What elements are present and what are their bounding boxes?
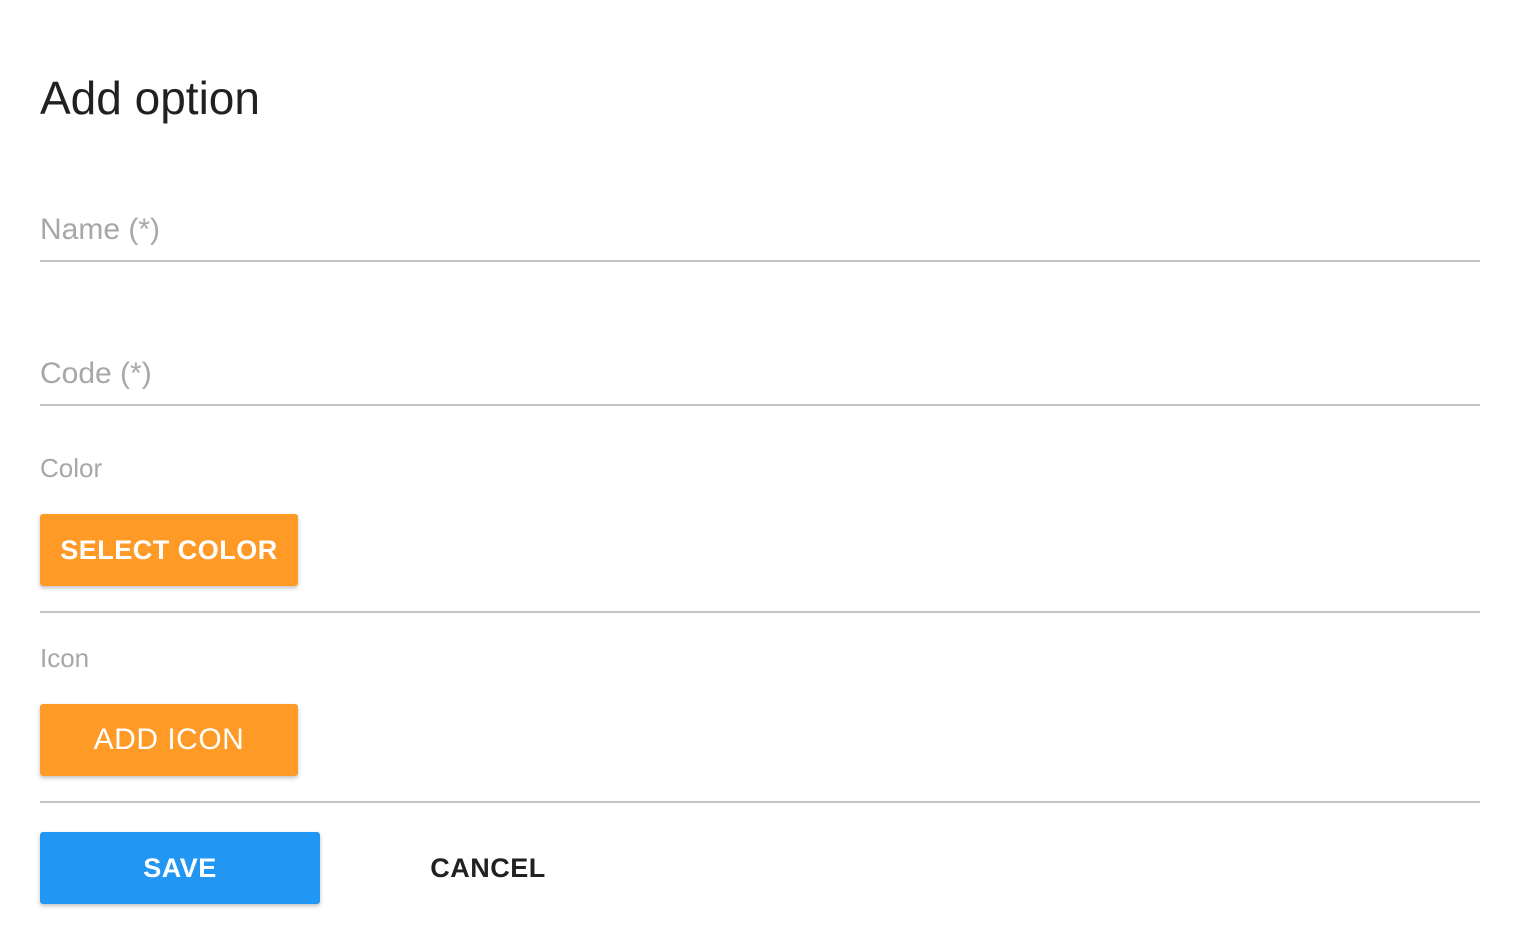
cancel-button[interactable]: CANCEL — [410, 832, 566, 904]
select-color-button[interactable]: SELECT COLOR — [40, 514, 298, 586]
add-option-dialog: Add option Color SELECT COLOR Icon ADD I… — [0, 0, 1520, 946]
dialog-title: Add option — [40, 72, 260, 124]
color-divider — [40, 611, 1480, 613]
save-button[interactable]: SAVE — [40, 832, 320, 904]
icon-divider — [40, 801, 1480, 803]
name-field — [40, 210, 1480, 262]
add-icon-button[interactable]: ADD ICON — [40, 704, 298, 776]
icon-label: Icon — [40, 643, 90, 673]
code-field — [40, 354, 1480, 406]
name-input[interactable] — [40, 210, 1480, 262]
code-input[interactable] — [40, 354, 1480, 406]
color-label: Color — [40, 453, 103, 483]
